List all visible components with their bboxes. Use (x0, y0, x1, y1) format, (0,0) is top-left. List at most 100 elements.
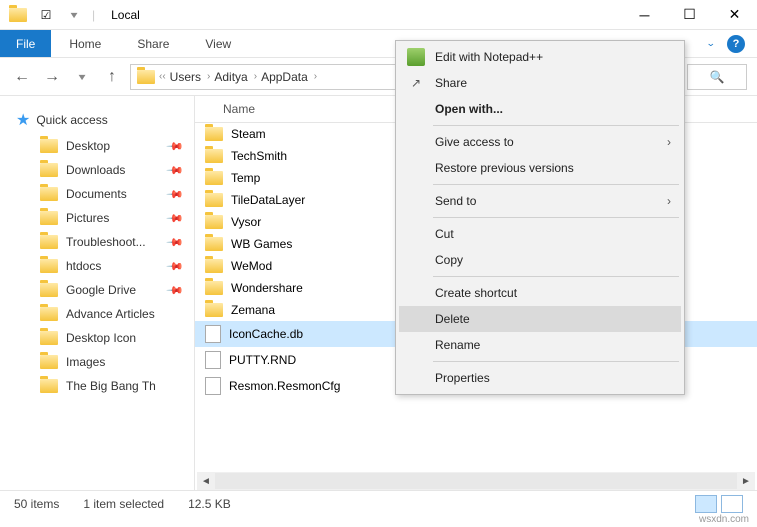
sidebar-item[interactable]: Google Drive📌 (0, 278, 194, 302)
tab-home[interactable]: Home (51, 30, 119, 57)
status-selected: 1 item selected (83, 497, 164, 511)
menu-item-label: Cut (435, 227, 454, 241)
help-icon[interactable]: ? (727, 35, 745, 53)
sidebar-item-label: Documents (66, 187, 127, 201)
sidebar-item[interactable]: Images (0, 350, 194, 374)
scroll-right-icon[interactable]: ► (737, 472, 755, 490)
menu-item[interactable]: ↗ Share (399, 70, 681, 96)
menu-item[interactable]: Properties (399, 365, 681, 391)
sidebar-item[interactable]: Desktop Icon (0, 326, 194, 350)
menu-item[interactable]: Send to › (399, 188, 681, 214)
file-name: Resmon.ResmonCfg (229, 379, 340, 393)
file-icon (205, 325, 221, 343)
folder-icon (40, 187, 58, 201)
sidebar-item-label: Google Drive (66, 283, 136, 297)
search-icon: 🔍 (710, 70, 725, 84)
up-button[interactable]: ↑ (100, 65, 124, 89)
chevron-left-icon[interactable]: ‹‹ (159, 71, 166, 82)
sidebar-item[interactable]: Pictures 📌 (0, 206, 194, 230)
back-button[interactable]: ← (10, 65, 34, 89)
menu-item-label: Share (435, 76, 467, 90)
file-name: TechSmith (231, 149, 287, 163)
watermark: wsxdn.com (699, 514, 749, 525)
context-menu: Edit with Notepad++ ↗ Share Open with... Giv… (395, 40, 685, 395)
menu-item-label: Give access to (435, 135, 514, 149)
menu-item[interactable]: Edit with Notepad++ (399, 44, 681, 70)
minimize-button[interactable]: ─ (622, 0, 667, 30)
chevron-right-icon: › (667, 194, 671, 208)
menu-item-label: Delete (435, 312, 470, 326)
details-view-button[interactable] (695, 495, 717, 513)
file-icon (205, 351, 221, 369)
sidebar-item[interactable]: Troubleshoot...📌 (0, 230, 194, 254)
folder-icon (40, 331, 58, 345)
sidebar-item[interactable]: Documents 📌 (0, 182, 194, 206)
sidebar-item-label: Troubleshoot... (66, 235, 146, 249)
search-input[interactable]: 🔍 (687, 64, 747, 90)
quick-access-header[interactable]: ★ Quick access (0, 106, 194, 134)
folder-icon (40, 307, 58, 321)
history-dropdown-icon[interactable]: ▼ (66, 65, 97, 89)
folder-icon (40, 283, 58, 297)
folder-icon (205, 237, 223, 251)
folder-icon (40, 379, 58, 393)
sidebar-item-label: Pictures (66, 211, 109, 225)
menu-item-label: Edit with Notepad++ (435, 50, 543, 64)
sidebar-item-label: Images (66, 355, 105, 369)
menu-item[interactable]: Give access to› (399, 129, 681, 155)
pin-icon: 📌 (166, 185, 185, 204)
menu-item-label: Open with... (435, 102, 503, 116)
file-tab[interactable]: File (0, 30, 51, 57)
menu-item[interactable]: Copy (399, 247, 681, 273)
properties-icon[interactable]: ☑ (36, 5, 56, 25)
folder-icon (205, 303, 223, 317)
status-item-count: 50 items (14, 497, 59, 511)
sidebar-item[interactable]: htdocs📌 (0, 254, 194, 278)
sidebar-item[interactable]: Downloads📌 (0, 158, 194, 182)
status-size: 12.5 KB (188, 497, 231, 511)
folder-icon (40, 139, 58, 153)
menu-item[interactable]: Open with... (399, 96, 681, 122)
horizontal-scrollbar[interactable]: ◄ ► (197, 472, 755, 490)
crumb-appdata: AppData› (261, 70, 317, 84)
titlebar: ☑ ▼ | Local ─ ☐ ✕ (0, 0, 757, 30)
menu-item[interactable]: Rename (399, 332, 681, 358)
folder-icon (40, 163, 58, 177)
sidebar-item[interactable]: Advance Articles (0, 302, 194, 326)
pin-icon: 📌 (166, 209, 185, 228)
menu-item[interactable]: Restore previous versions (399, 155, 681, 181)
sidebar-item[interactable]: The Big Bang Th (0, 374, 194, 398)
ribbon-expand-icon[interactable]: ⌄ (706, 38, 716, 49)
icons-view-button[interactable] (721, 495, 743, 513)
folder-icon (205, 149, 223, 163)
share-icon: ↗ (407, 74, 425, 92)
quick-access-label: Quick access (36, 113, 107, 127)
titlebar-separator: | (92, 8, 95, 22)
scroll-left-icon[interactable]: ◄ (197, 472, 215, 490)
close-button[interactable]: ✕ (712, 0, 757, 30)
sidebar-item-label: Desktop Icon (66, 331, 136, 345)
folder-icon (40, 355, 58, 369)
pin-icon: 📌 (166, 137, 185, 156)
folder-icon (205, 281, 223, 295)
menu-item-label: Send to (435, 194, 476, 208)
breadcrumb-folder-icon (137, 70, 155, 84)
file-name: TileDataLayer (231, 193, 305, 207)
menu-separator (433, 361, 679, 362)
menu-item[interactable]: Create shortcut (399, 280, 681, 306)
tab-view[interactable]: View (187, 30, 249, 57)
qat-dropdown-icon[interactable]: ▼ (61, 5, 87, 25)
sidebar-item-label: The Big Bang Th (66, 379, 156, 393)
scroll-track[interactable] (215, 473, 737, 489)
forward-button[interactable]: → (40, 65, 64, 89)
sidebar-item-label: Desktop (66, 139, 110, 153)
tab-share[interactable]: Share (119, 30, 187, 57)
navigation-pane: ★ Quick access Desktop📌Downloads📌Documen… (0, 96, 195, 490)
file-name: Wondershare (231, 281, 303, 295)
menu-item[interactable]: Cut (399, 221, 681, 247)
menu-item[interactable]: Delete (399, 306, 681, 332)
folder-icon (205, 215, 223, 229)
maximize-button[interactable]: ☐ (667, 0, 712, 30)
sidebar-item[interactable]: Desktop 📌 (0, 134, 194, 158)
quick-access-toolbar: ☑ ▼ | Local (0, 5, 140, 25)
